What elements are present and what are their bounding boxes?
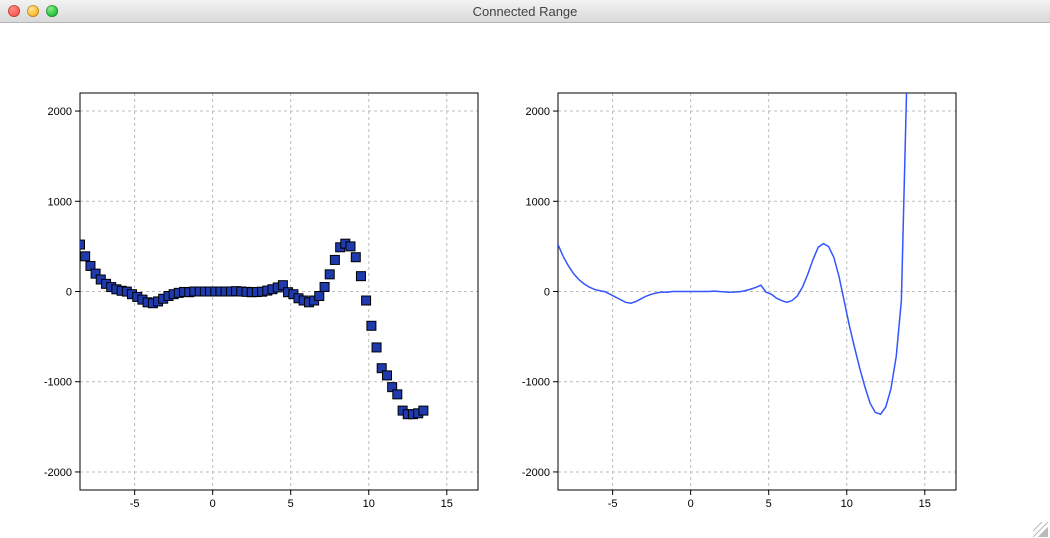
- zoom-icon[interactable]: [46, 5, 58, 17]
- window-titlebar: Connected Range: [0, 0, 1050, 23]
- svg-text:2000: 2000: [526, 106, 550, 118]
- svg-text:0: 0: [688, 498, 694, 510]
- minimize-icon[interactable]: [27, 5, 39, 17]
- resize-grip-icon[interactable]: [1033, 522, 1048, 537]
- svg-text:0: 0: [544, 287, 550, 299]
- chart-line: -5 0 5 10 15 -2000 -1000 0 1000 2000: [0, 23, 1050, 538]
- window-traffic-lights: [0, 5, 58, 17]
- svg-text:-2000: -2000: [522, 467, 550, 479]
- svg-text:1000: 1000: [526, 196, 550, 208]
- svg-text:-5: -5: [608, 498, 618, 510]
- svg-text:5: 5: [766, 498, 772, 510]
- window-title: Connected Range: [0, 4, 1050, 19]
- close-icon[interactable]: [8, 5, 20, 17]
- window-content: -5 0 5 10 15 -2000 -1000 0 1000 2000 -5 0 5 10 15 -200…: [0, 23, 1050, 538]
- svg-text:10: 10: [841, 498, 853, 510]
- svg-text:-1000: -1000: [522, 377, 550, 389]
- svg-text:15: 15: [919, 498, 931, 510]
